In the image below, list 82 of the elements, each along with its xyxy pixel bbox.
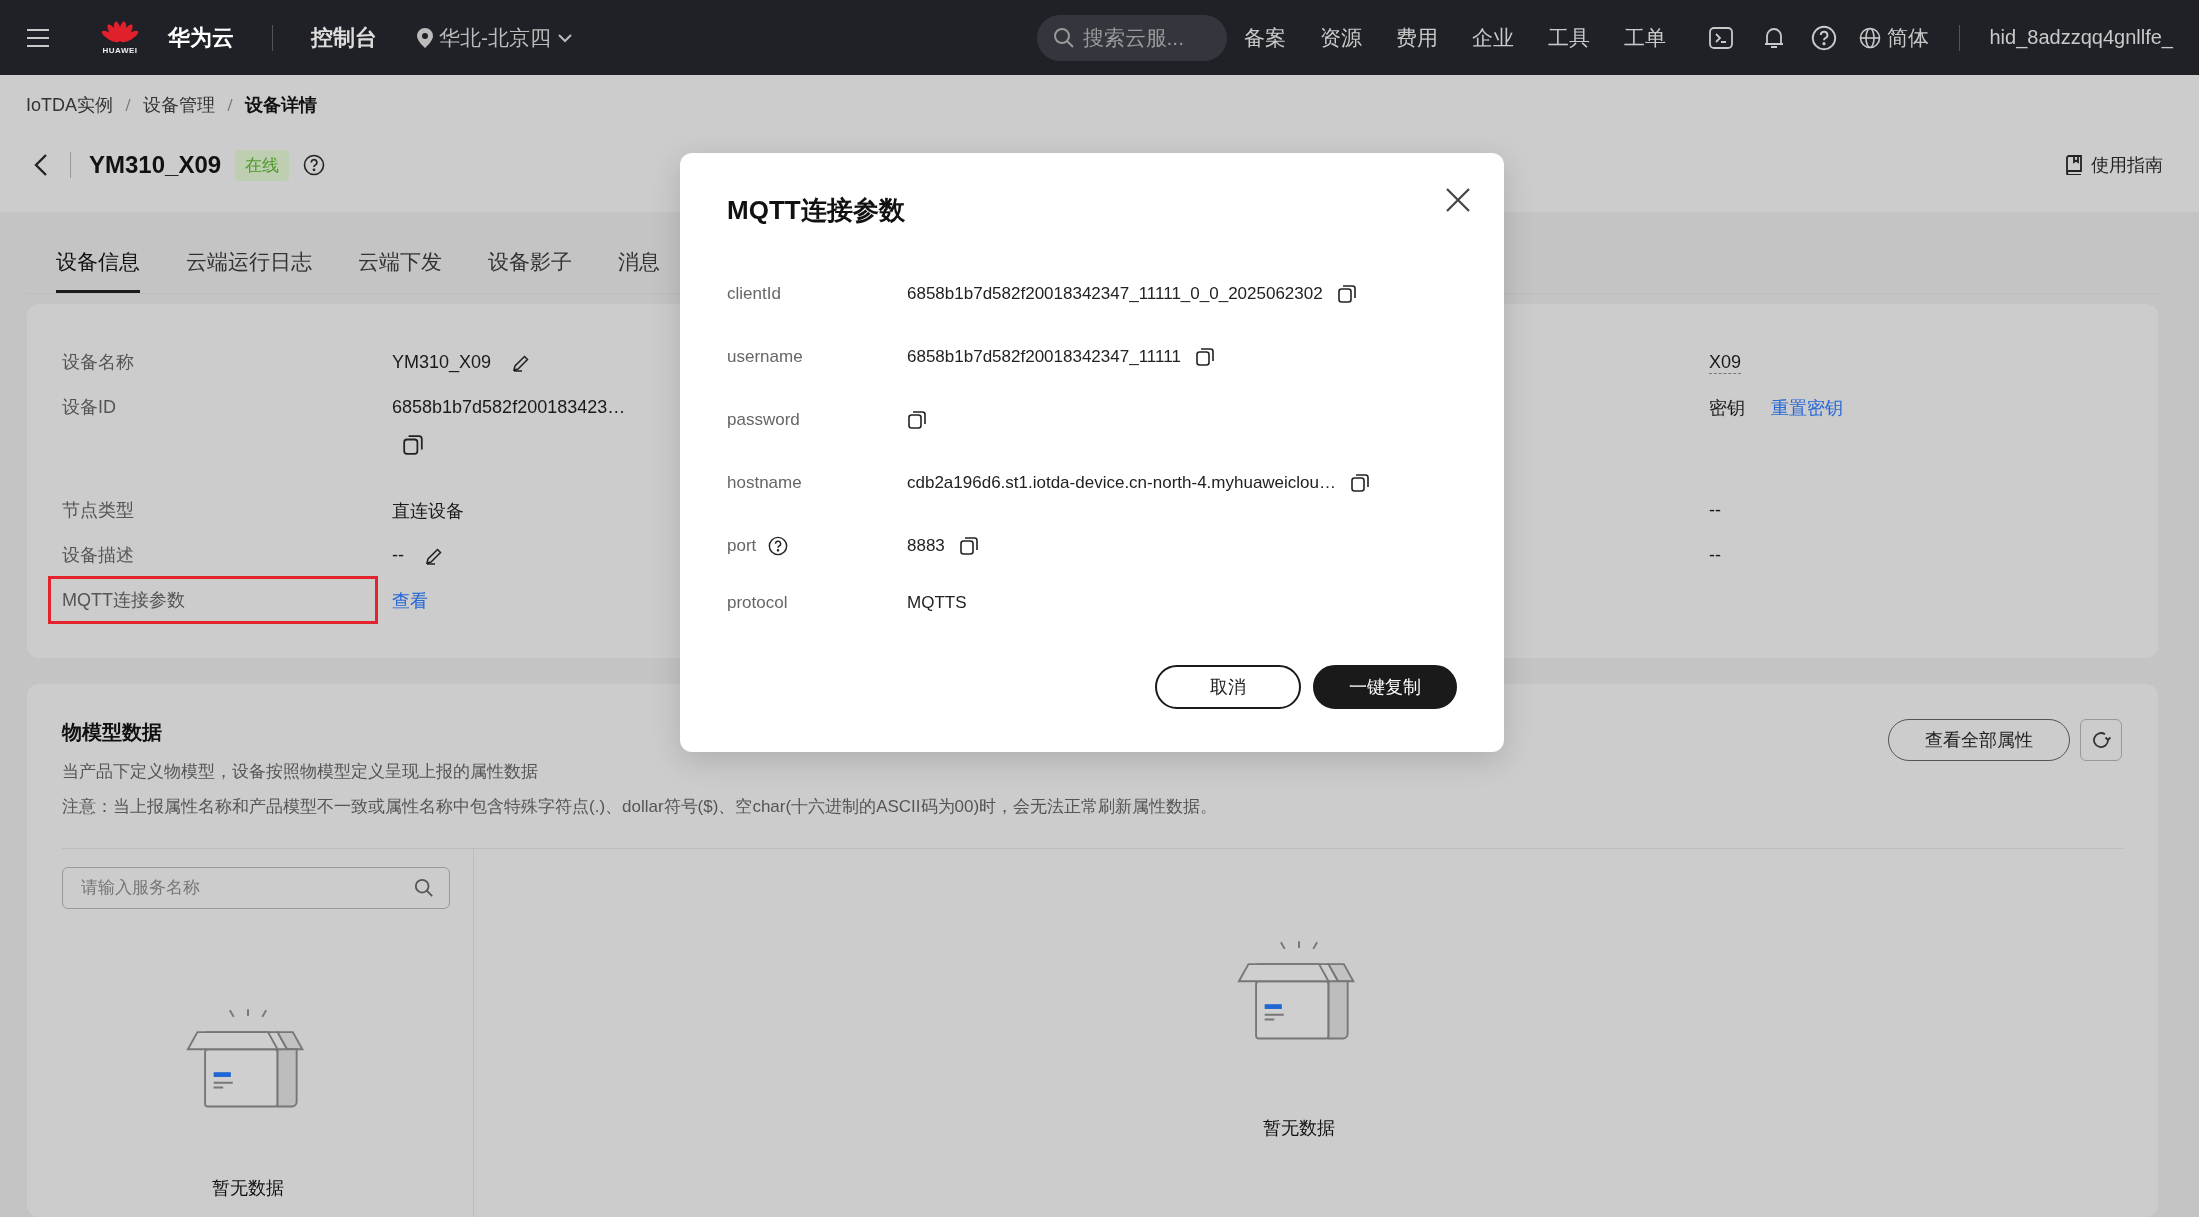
- empty-text: 暂无数据: [1262, 1117, 1335, 1141]
- search-field[interactable]: 搜索云服...: [1036, 14, 1227, 61]
- param-value: cdb2a196d6.st1.iotda-device.cn-north-4.myhuaweiclou…: [907, 472, 1337, 493]
- copy-icon[interactable]: [907, 409, 927, 430]
- breadcrumb-item[interactable]: 设备管理: [143, 93, 215, 117]
- copy-all-button[interactable]: 一键复制: [1313, 665, 1457, 709]
- copy-icon[interactable]: [1336, 283, 1357, 304]
- chevron-down-icon: [557, 32, 573, 43]
- language-selector[interactable]: 简体: [1858, 23, 1929, 52]
- param-value: 6858b1b7d582f20018342347_11111: [907, 346, 1181, 367]
- nav-link[interactable]: 企业: [1471, 23, 1514, 52]
- field-value: --: [392, 545, 404, 566]
- nav-link[interactable]: 工单: [1623, 23, 1666, 52]
- field-value: 6858b1b7d582f200183423…: [392, 397, 626, 418]
- bell-icon[interactable]: [1762, 25, 1785, 50]
- tab[interactable]: 云端下发: [358, 248, 442, 293]
- breadcrumb-item[interactable]: IoTDA实例: [26, 93, 113, 117]
- breadcrumb-separator-icon: [227, 98, 233, 112]
- tab[interactable]: 设备影子: [488, 248, 572, 293]
- dialog-title: MQTT连接参数: [727, 194, 905, 227]
- edit-icon[interactable]: [424, 545, 444, 566]
- tab[interactable]: 设备信息: [56, 248, 140, 293]
- help-icon[interactable]: [768, 535, 789, 556]
- help-icon[interactable]: [303, 154, 326, 176]
- breadcrumb-separator-icon: [125, 98, 131, 112]
- field-value[interactable]: X09: [1709, 351, 1742, 374]
- section-title: 物模型数据: [62, 720, 163, 745]
- param-value: MQTTS: [907, 593, 967, 613]
- edit-icon[interactable]: [511, 352, 532, 373]
- description-text: 当产品下定义物模型，设备按照物模型定义呈现上报的属性数据: [62, 761, 539, 783]
- guide-link[interactable]: 使用指南: [2065, 153, 2163, 177]
- service-search-field[interactable]: 请输入服务名称: [62, 867, 450, 909]
- field-label: 设备名称: [62, 351, 135, 374]
- param-label: username: [727, 346, 803, 367]
- nav-link[interactable]: 资源: [1319, 23, 1362, 52]
- search-icon: [1052, 26, 1075, 49]
- brand-name: 华为云: [168, 23, 234, 52]
- field-label: 设备ID: [62, 396, 117, 419]
- location-pin-icon: [417, 27, 433, 48]
- logo-text: HUAWEI: [102, 46, 138, 55]
- field-value: 密钥: [1709, 396, 1745, 420]
- field-value: --: [1709, 545, 1721, 566]
- close-button[interactable]: [1445, 186, 1471, 213]
- copy-icon[interactable]: [402, 434, 424, 456]
- cancel-button[interactable]: 取消: [1155, 665, 1301, 709]
- empty-text: 暂无数据: [211, 1177, 284, 1201]
- book-icon: [2065, 155, 2083, 175]
- param-label: password: [727, 409, 800, 430]
- back-icon[interactable]: [34, 153, 48, 177]
- param-label: port: [727, 535, 757, 556]
- field-value: 直连设备: [392, 499, 464, 523]
- region-selector[interactable]: 华北-北京四: [417, 23, 573, 52]
- field-value: --: [1709, 500, 1721, 521]
- device-title: YM310_X09: [89, 151, 222, 179]
- field-label: 设备描述: [62, 544, 135, 567]
- user-name[interactable]: hid_8adzzqq4gnllfe_: [1989, 26, 2173, 49]
- terminal-icon[interactable]: [1708, 26, 1733, 49]
- field-label: MQTT连接参数: [62, 589, 186, 612]
- description-text: 注意：当上报属性名称和产品模型不一致或属性名称中包含特殊字符点(.)、dollar符号($)、空char(十六进制的ASCII码为00)时，会无法正常刷新属性数据。: [62, 796, 1218, 818]
- globe-icon: [1858, 26, 1881, 49]
- menu-icon[interactable]: [26, 27, 50, 48]
- copy-icon[interactable]: [958, 535, 979, 556]
- breadcrumb-item[interactable]: 设备详情: [245, 93, 317, 117]
- refresh-icon: [2091, 730, 2111, 750]
- copy-icon[interactable]: [1350, 472, 1371, 493]
- tab[interactable]: 云端运行日志: [186, 248, 312, 293]
- nav-link[interactable]: 工具: [1547, 23, 1590, 52]
- nav-link[interactable]: 费用: [1395, 23, 1438, 52]
- param-value: 8883: [907, 535, 945, 556]
- copy-icon[interactable]: [1194, 346, 1215, 367]
- param-label: hostname: [727, 472, 802, 493]
- param-label: clientId: [727, 283, 781, 304]
- field-label: 节点类型: [62, 499, 135, 522]
- param-label: protocol: [727, 593, 788, 613]
- status-tag: 在线: [235, 149, 290, 181]
- refresh-button[interactable]: [2080, 719, 2122, 761]
- field-value: YM310_X09: [392, 352, 492, 373]
- nav-link[interactable]: 备案: [1243, 23, 1286, 52]
- console-title[interactable]: 控制台: [311, 22, 377, 53]
- search-icon: [414, 878, 434, 898]
- param-value: 6858b1b7d582f20018342347_11111_0_0_2025062302: [907, 283, 1323, 304]
- tab[interactable]: 消息: [618, 248, 660, 293]
